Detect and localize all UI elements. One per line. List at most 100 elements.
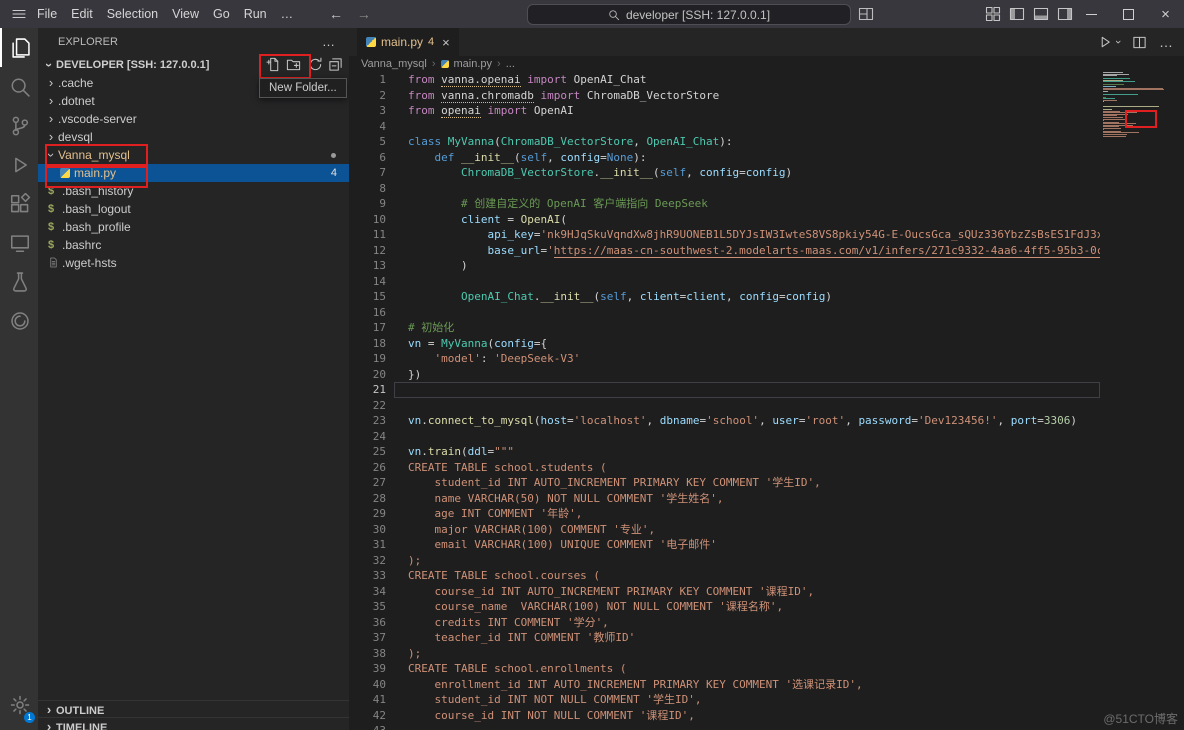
panel-timeline[interactable]: › TIMELINE [38,717,349,730]
menu-selection[interactable]: Selection [100,0,165,28]
line-number[interactable]: 13 [349,258,386,274]
code-line-34[interactable]: 34 course_id INT AUTO_INCREMENT PRIMARY … [349,584,1100,600]
code-line-36[interactable]: 36 credits INT COMMENT '学分', [349,615,1100,631]
new-file-icon[interactable] [266,57,282,73]
run-debug-icon[interactable] [0,145,38,184]
code-line-15[interactable]: 15 OpenAI_Chat.__init__(self, client=cli… [349,289,1100,305]
line-number[interactable]: 8 [349,181,386,197]
refresh-explorer-icon[interactable] [308,57,324,73]
code-line-6[interactable]: 6 def __init__(self, config=None): [349,150,1100,166]
code-line-11[interactable]: 11 api_key='nk9HJqSkuVqndXw8jhR9UONEB1L5… [349,227,1100,243]
tree-item--wget-hsts[interactable]: .wget-hsts [38,254,349,272]
line-number[interactable]: 16 [349,305,386,321]
menu-file[interactable]: File [30,0,64,28]
close-button[interactable] [1147,0,1184,28]
breadcrumb-item[interactable]: Vanna_mysql [361,58,427,70]
minimap[interactable] [1100,72,1184,212]
line-number[interactable]: 41 [349,692,386,708]
new-folder-icon[interactable] [286,57,302,73]
code-line-41[interactable]: 41 student_id INT NOT NULL COMMENT '学生ID… [349,692,1100,708]
code-editor[interactable]: 1 from vanna.openai import OpenAI_Chat 2 fr… [349,72,1184,730]
line-number[interactable]: 7 [349,165,386,181]
line-number[interactable]: 6 [349,150,386,166]
line-number[interactable]: 4 [349,119,386,135]
code-line-28[interactable]: 28 name VARCHAR(50) NOT NULL COMMENT '学生… [349,491,1100,507]
panel-outline[interactable]: › OUTLINE [38,700,349,717]
line-number[interactable]: 22 [349,398,386,414]
line-number[interactable]: 28 [349,491,386,507]
menu-go[interactable]: Go [206,0,237,28]
menu-view[interactable]: View [165,0,206,28]
line-number[interactable]: 38 [349,646,386,662]
code-line-4[interactable]: 4 [349,119,1100,135]
code-line-5[interactable]: 5 class MyVanna(ChromaDB_VectorStore, Ope… [349,134,1100,150]
code-line-38[interactable]: 38); [349,646,1100,662]
collapse-folders-icon[interactable] [328,57,344,73]
testing-icon[interactable] [0,262,38,301]
tree-item--bash-logout[interactable]: $ .bash_logout [38,200,349,218]
code-line-20[interactable]: 20}) [349,367,1100,383]
code-line-29[interactable]: 29 age INT COMMENT '年龄', [349,506,1100,522]
code-line-18[interactable]: 18 vn = MyVanna(config={ [349,336,1100,352]
tree-item-devsql[interactable]: › devsql [38,128,349,146]
code-line-42[interactable]: 42 course_id INT NOT NULL COMMENT '课程ID'… [349,708,1100,724]
line-number[interactable]: 27 [349,475,386,491]
extensions-icon[interactable] [0,184,38,223]
code-line-9[interactable]: 9 # 创建自定义的 OpenAI 客户端指向 DeepSeek [349,196,1100,212]
breadcrumb-item[interactable]: main.py [454,58,493,70]
tab-main-py[interactable]: main.py 4 × [357,28,459,56]
code-line-30[interactable]: 30 major VARCHAR(100) COMMENT '专业', [349,522,1100,538]
application-menu-icon[interactable] [11,6,27,22]
code-line-21[interactable]: 21 [349,382,1100,398]
code-line-24[interactable]: 24 [349,429,1100,445]
layout-control-icon[interactable] [858,6,874,22]
code-line-37[interactable]: 37 teacher_id INT COMMENT '教师ID' [349,630,1100,646]
line-number[interactable]: 40 [349,677,386,693]
line-number[interactable]: 15 [349,289,386,305]
line-number[interactable]: 31 [349,537,386,553]
navigate-back-icon[interactable]: ← [324,0,348,28]
line-number[interactable]: 37 [349,630,386,646]
code-line-10[interactable]: 10 client = OpenAI( [349,212,1100,228]
code-line-27[interactable]: 27 student_id INT AUTO_INCREMENT PRIMARY… [349,475,1100,491]
line-number[interactable]: 35 [349,599,386,615]
command-center[interactable]: developer [SSH: 127.0.0.1] [527,4,851,25]
code-line-19[interactable]: 19 'model': 'DeepSeek-V3' [349,351,1100,367]
code-line-16[interactable]: 16 [349,305,1100,321]
menu-run[interactable]: Run [237,0,274,28]
line-number[interactable]: 29 [349,506,386,522]
code-line-35[interactable]: 35 course_name VARCHAR(100) NOT NULL COM… [349,599,1100,615]
code-line-32[interactable]: 32); [349,553,1100,569]
code-line-12[interactable]: 12 base_url='https://maas-cn-southwest-2… [349,243,1100,259]
code-line-17[interactable]: 17 # 初始化 [349,320,1100,336]
minimize-button[interactable] [1073,0,1110,28]
menu-edit[interactable]: Edit [64,0,100,28]
tree-item-main-py[interactable]: main.py 4 [38,164,349,182]
explorer-icon[interactable] [0,28,38,67]
customize-layout-icon[interactable] [985,6,1001,22]
explorer-more-icon[interactable]: … [322,28,335,56]
line-number[interactable]: 12 [349,243,386,259]
code-line-43[interactable]: 43 [349,723,1100,730]
line-number[interactable]: 25 [349,444,386,460]
chevron-down-icon[interactable]: › [1112,40,1124,44]
maximize-button[interactable] [1110,0,1147,28]
line-number[interactable]: 36 [349,615,386,631]
toggle-primary-sidebar-icon[interactable] [1009,6,1025,22]
line-number[interactable]: 34 [349,584,386,600]
code-line-39[interactable]: 39 CREATE TABLE school.enrollments ( [349,661,1100,677]
code-line-8[interactable]: 8 [349,181,1100,197]
line-number[interactable]: 26 [349,460,386,476]
line-number[interactable]: 23 [349,413,386,429]
code-line-33[interactable]: 33 CREATE TABLE school.courses ( [349,568,1100,584]
line-number[interactable]: 30 [349,522,386,538]
line-number[interactable]: 18 [349,336,386,352]
line-number[interactable]: 14 [349,274,386,290]
line-number[interactable]: 2 [349,88,386,104]
tools-circle-icon[interactable] [0,301,38,340]
line-number[interactable]: 42 [349,708,386,724]
navigate-forward-icon[interactable]: → [352,0,376,28]
line-number[interactable]: 9 [349,196,386,212]
source-control-icon[interactable] [0,106,38,145]
line-number[interactable]: 24 [349,429,386,445]
